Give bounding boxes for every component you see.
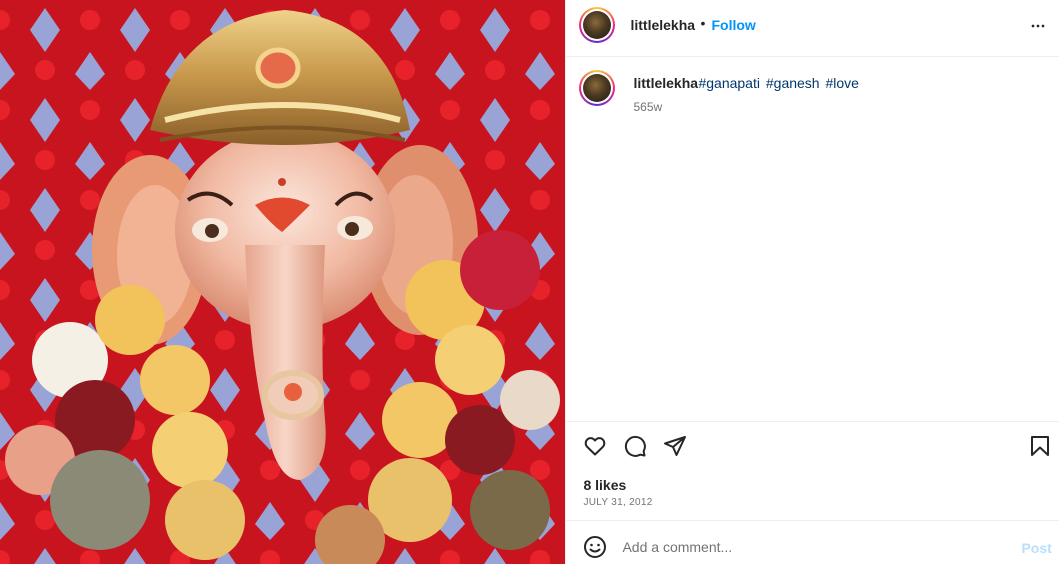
likes-count[interactable]: 8 likes [583, 477, 626, 493]
caption-hashtags: #ganapati #ganesh #love [698, 75, 860, 91]
post-image[interactable] [0, 0, 566, 564]
comment-icon[interactable] [623, 434, 647, 458]
hashtag-link[interactable]: #ganesh [766, 75, 820, 91]
heart-icon[interactable] [583, 434, 607, 458]
hashtag-link[interactable]: #ganapati [698, 75, 760, 91]
header-separator: • [700, 15, 706, 31]
ganesha-photo [0, 0, 566, 564]
comment-bar: Post [566, 520, 1059, 565]
caption-avatar[interactable] [579, 70, 616, 106]
caption-username[interactable]: littlelekha [633, 75, 698, 91]
header-username[interactable]: littlelekha [630, 17, 695, 33]
more-horizontal-icon[interactable] [1028, 16, 1048, 36]
post-date: JULY 31, 2012 [583, 497, 653, 508]
instagram-post: littlelekha • Follow littlelekha #ganapa… [0, 0, 1059, 564]
action-bar [566, 421, 1059, 422]
avatar[interactable] [579, 7, 616, 43]
smiley-icon[interactable] [583, 535, 607, 559]
send-icon[interactable] [663, 434, 687, 458]
post-comment-button[interactable]: Post [1021, 540, 1051, 556]
follow-button[interactable]: Follow [711, 17, 755, 33]
bookmark-icon[interactable] [1028, 434, 1052, 458]
hashtag-link[interactable]: #love [825, 75, 858, 91]
caption-time-ago[interactable]: 565w [633, 100, 662, 114]
post-side-panel: littlelekha • Follow littlelekha #ganapa… [565, 0, 1059, 564]
comment-input[interactable] [622, 535, 1003, 559]
post-header: littlelekha • Follow [566, 0, 1059, 57]
